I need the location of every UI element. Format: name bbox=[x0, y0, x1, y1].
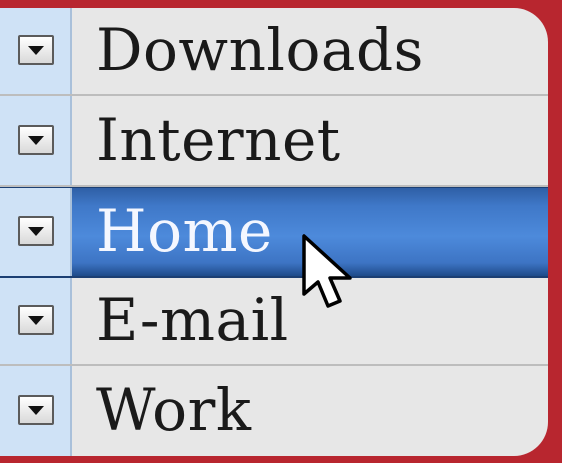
list-item-email[interactable]: E-mail bbox=[0, 278, 548, 366]
list-item-internet[interactable]: Internet bbox=[0, 96, 548, 187]
row-gutter bbox=[0, 188, 72, 276]
dropdown-button[interactable] bbox=[18, 395, 54, 425]
chevron-down-icon bbox=[28, 406, 44, 415]
chevron-down-icon bbox=[28, 316, 44, 325]
dropdown-button[interactable] bbox=[18, 35, 54, 65]
dropdown-button[interactable] bbox=[18, 124, 54, 155]
background-frame: Downloads Internet Home E-mail Work bbox=[0, 0, 562, 463]
chevron-down-icon bbox=[28, 135, 44, 145]
list-item-work[interactable]: Work bbox=[0, 366, 548, 456]
list-item-label: Downloads bbox=[96, 15, 424, 84]
dropdown-button[interactable] bbox=[18, 305, 54, 335]
row-gutter bbox=[0, 366, 72, 456]
bookmark-folder-list: Downloads Internet Home E-mail Work bbox=[0, 8, 548, 456]
row-gutter bbox=[0, 96, 72, 185]
chevron-down-icon bbox=[28, 46, 44, 55]
list-item-label: Work bbox=[96, 375, 252, 444]
list-item-label: Home bbox=[96, 196, 273, 265]
row-gutter bbox=[0, 8, 72, 94]
dropdown-button[interactable] bbox=[18, 216, 54, 246]
list-item-downloads[interactable]: Downloads bbox=[0, 8, 548, 96]
menu-list: Downloads Internet Home E-mail Work bbox=[0, 8, 548, 456]
list-item-home[interactable]: Home bbox=[0, 187, 548, 278]
list-item-label: Internet bbox=[96, 105, 341, 174]
list-item-label: E-mail bbox=[96, 285, 289, 354]
row-gutter bbox=[0, 278, 72, 364]
chevron-down-icon bbox=[28, 227, 44, 236]
